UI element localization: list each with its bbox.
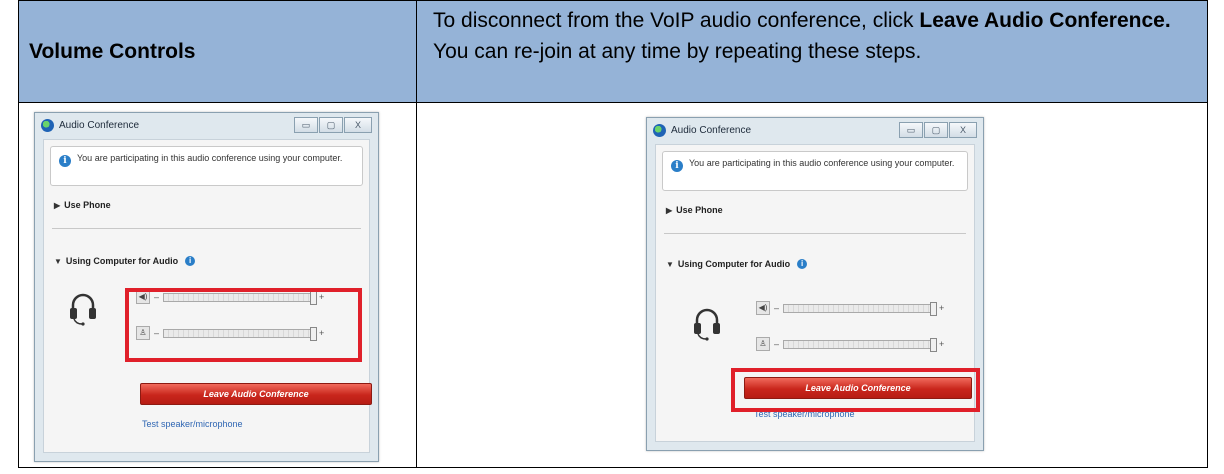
volume-plus: +	[939, 303, 945, 313]
divider	[52, 228, 361, 229]
volume-sliders-highlight	[125, 288, 362, 362]
use-phone-label: Use Phone	[64, 200, 111, 210]
speaker-icon: ◀)	[756, 301, 770, 315]
screenshot-row: Audio Conference ▭ ▢ X i You are partici…	[18, 102, 1208, 468]
info-message: i You are participating in this audio co…	[662, 151, 968, 191]
window-title: Audio Conference	[671, 124, 752, 136]
right-screenshot-cell: Audio Conference ▭ ▢ X i You are partici…	[416, 102, 1208, 468]
instruction-part1: To disconnect from the VoIP audio confer…	[433, 9, 920, 32]
minimize-button[interactable]: ▭	[294, 117, 318, 133]
divider	[664, 233, 966, 234]
heading-text: Volume Controls	[29, 39, 196, 63]
header-row: Volume Controls To disconnect from the V…	[18, 0, 1208, 103]
close-button[interactable]: X	[949, 122, 977, 138]
audio-conference-window-left: Audio Conference ▭ ▢ X i You are partici…	[34, 112, 379, 462]
instruction-text: To disconnect from the VoIP audio confer…	[416, 0, 1208, 103]
test-speaker-microphone-link[interactable]: Test speaker/microphone	[142, 419, 243, 429]
info-text: You are participating in this audio conf…	[77, 153, 343, 163]
use-phone-toggle[interactable]: ▶ Use Phone	[54, 200, 111, 210]
expand-arrow-icon: ▶	[666, 205, 673, 215]
info-text: You are participating in this audio conf…	[689, 158, 955, 168]
instruction-part2: You can re-join at any time by repeating…	[433, 40, 922, 63]
leave-audio-conference-button[interactable]: Leave Audio Conference	[140, 383, 372, 405]
window-titlebar: Audio Conference ▭ ▢ X	[35, 113, 378, 137]
volume-plus: +	[939, 339, 945, 349]
volume-minus: –	[774, 339, 780, 349]
using-computer-toggle[interactable]: ▼ Using Computer for Audio i	[54, 256, 196, 266]
help-icon[interactable]: i	[797, 259, 808, 269]
volume-controls-heading: Volume Controls	[18, 0, 417, 103]
microphone-icon: ♙	[756, 337, 770, 351]
audio-conference-icon	[653, 123, 666, 137]
maximize-button[interactable]: ▢	[924, 122, 948, 138]
help-icon[interactable]: i	[185, 256, 196, 266]
use-phone-toggle[interactable]: ▶ Use Phone	[666, 205, 723, 215]
expand-arrow-icon: ▶	[54, 200, 61, 210]
headset-icon	[692, 307, 722, 341]
window-titlebar: Audio Conference ▭ ▢ X	[647, 118, 983, 142]
mic-slider-thumb[interactable]	[930, 337, 938, 352]
instruction-table: Volume Controls To disconnect from the V…	[18, 0, 1208, 468]
minimize-button[interactable]: ▭	[899, 122, 923, 138]
close-button[interactable]: X	[344, 117, 372, 133]
info-message: i You are participating in this audio co…	[50, 146, 363, 186]
info-icon: i	[671, 160, 683, 172]
volume-minus: –	[774, 303, 780, 313]
collapse-arrow-icon: ▼	[666, 259, 674, 269]
using-computer-label: Using Computer for Audio	[677, 259, 791, 269]
info-icon: i	[59, 155, 71, 167]
audio-conference-icon	[41, 118, 54, 132]
window-title: Audio Conference	[59, 119, 140, 131]
left-screenshot-cell: Audio Conference ▭ ▢ X i You are partici…	[18, 102, 417, 468]
collapse-arrow-icon: ▼	[54, 256, 62, 266]
maximize-button[interactable]: ▢	[319, 117, 343, 133]
headset-icon	[68, 292, 98, 326]
mic-slider-track[interactable]	[783, 337, 938, 352]
speaker-slider-thumb[interactable]	[930, 301, 938, 316]
leave-button-highlight	[731, 368, 980, 412]
using-computer-label: Using Computer for Audio	[65, 256, 179, 266]
instruction-bold: Leave Audio Conference.	[919, 9, 1171, 32]
microphone-volume-slider[interactable]: ♙ – +	[756, 337, 945, 352]
using-computer-toggle[interactable]: ▼ Using Computer for Audio i	[666, 259, 808, 269]
speaker-volume-slider[interactable]: ◀) – +	[756, 301, 945, 316]
use-phone-label: Use Phone	[676, 205, 723, 215]
speaker-slider-track[interactable]	[783, 301, 938, 316]
